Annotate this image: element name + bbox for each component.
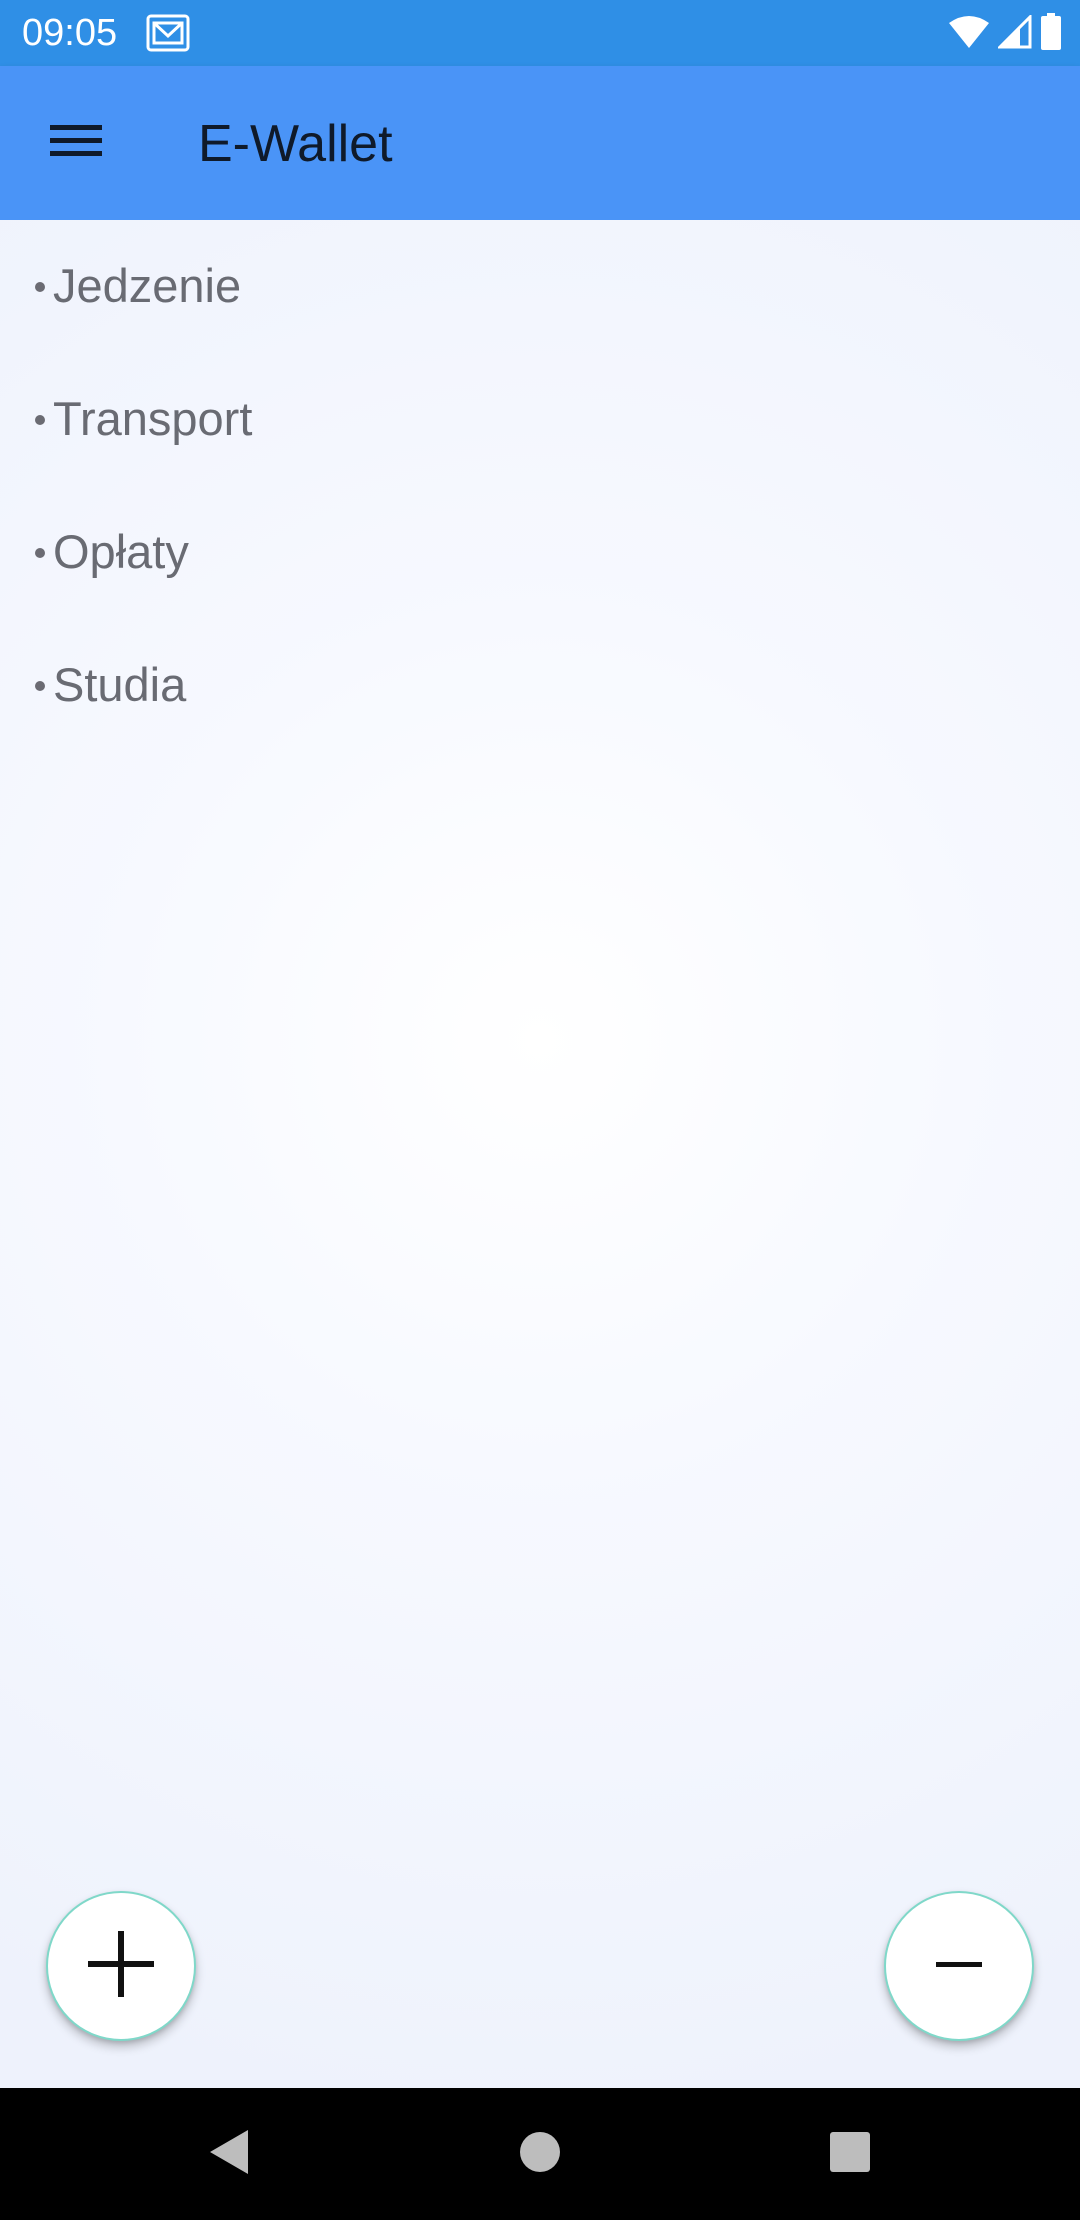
recents-icon (828, 2130, 872, 2179)
mail-icon (146, 14, 190, 52)
status-icons (948, 12, 1062, 56)
home-button[interactable] (498, 2112, 582, 2196)
hamburger-menu-icon (50, 123, 102, 164)
app-title: E-Wallet (198, 115, 393, 173)
bullet-icon (35, 681, 45, 691)
remove-category-button[interactable] (884, 1891, 1034, 2041)
back-button[interactable] (186, 2112, 270, 2196)
plus-icon (86, 1929, 156, 2004)
bullet-icon (35, 548, 45, 558)
system-nav-bar (0, 2088, 1080, 2220)
battery-icon (1040, 12, 1062, 56)
screen: 09:05 E-Wallet Jedzenie Transport Opłaty… (0, 0, 1080, 2220)
home-icon (518, 2130, 562, 2179)
category-label: Jedzenie (53, 259, 242, 312)
wifi-icon (948, 15, 990, 54)
status-bar: 09:05 (0, 0, 1080, 66)
menu-button[interactable] (36, 110, 116, 176)
bullet-icon (35, 282, 45, 292)
content-area: Jedzenie Transport Opłaty Studia (0, 220, 1080, 2088)
add-category-button[interactable] (46, 1891, 196, 2041)
status-time: 09:05 (22, 12, 118, 54)
minus-icon (934, 1957, 984, 1975)
category-label: Studia (53, 658, 187, 711)
app-bar: E-Wallet (0, 66, 1080, 220)
category-label: Transport (53, 392, 253, 445)
signal-icon (996, 12, 1032, 54)
back-icon (206, 2128, 250, 2181)
bullet-icon (35, 415, 45, 425)
recents-button[interactable] (808, 2112, 892, 2196)
category-label: Opłaty (53, 525, 189, 578)
